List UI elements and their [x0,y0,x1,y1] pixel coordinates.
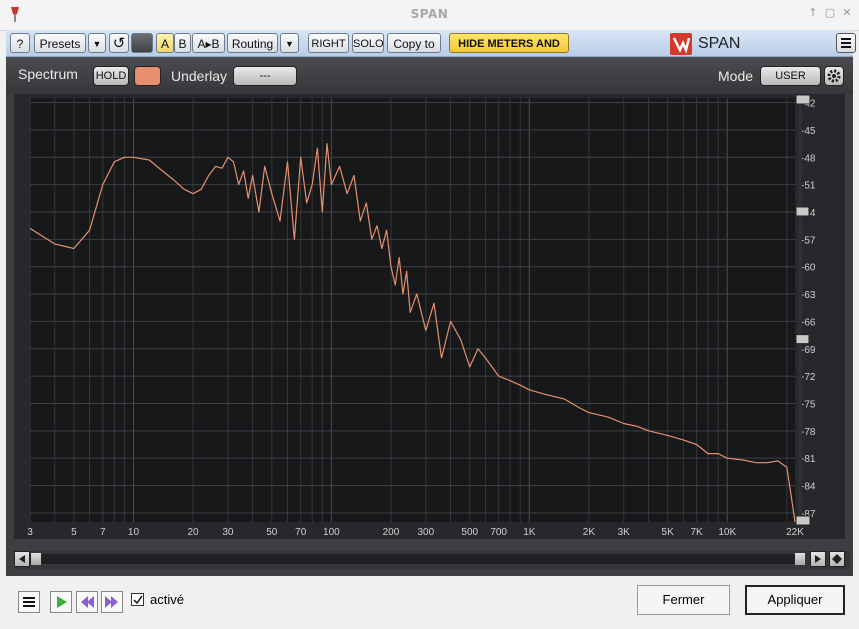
active-checkbox[interactable] [131,593,144,606]
underlay-select[interactable]: --- [233,66,297,86]
plugin-panel: Spectrum HOLD Underlay --- Mode USER -42… [6,57,853,576]
solo-button[interactable]: SOLO [352,33,384,53]
x-tick-label: 30 [222,527,234,538]
mode-select[interactable]: USER [760,66,821,86]
level-scroll-up-button [795,94,811,105]
x-tick-label: 3K [618,527,631,538]
spectrum-label: Spectrum [18,66,78,82]
help-button[interactable]: ? [10,33,30,53]
x-tick-label: 7K [690,527,703,538]
restore-button[interactable]: ▢ [823,6,837,20]
scroll-left-button[interactable] [14,551,30,567]
zoom-fit-button[interactable] [829,551,845,567]
mode-label: Mode [718,68,754,84]
y-tick-label: -75 [801,399,816,410]
routing-button[interactable]: Routing [227,33,278,53]
voxengo-logo-icon [670,33,692,55]
x-tick-label: 500 [461,527,478,538]
y-tick-label: -48 [801,153,816,164]
x-tick-label: 5K [662,527,675,538]
y-tick-label: -60 [801,263,816,274]
pin-icon[interactable]: ↑ [806,6,820,20]
play-icon[interactable] [50,591,72,613]
hide-meters-button[interactable]: HIDE METERS AND STATS [449,33,569,70]
preset-a-button[interactable]: A [156,33,174,53]
plugin-toolbar: ? Presets ▼ ↺ A B A▸B Routing ▼ RIGHT SO… [6,30,856,70]
spectrum-header: Spectrum HOLD Underlay --- Mode USER [6,57,853,94]
y-tick-label: -81 [801,454,816,465]
underlay-label: Underlay [171,68,228,84]
x-tick-label: 300 [417,527,434,538]
x-tick-label: 7 [100,527,106,538]
y-tick-label: -78 [801,427,816,438]
spectrum-plot-frame: -42-45-48-51-54-57-60-63-66-69-72-75-78-… [14,94,845,539]
hold-button[interactable]: HOLD [93,66,129,86]
x-tick-label: 100 [323,527,340,538]
copy-a-to-b-button[interactable]: A▸B [192,33,225,53]
plugin-menu-button[interactable] [836,33,856,53]
dialog-footer: activé Fermer Appliquer [0,578,859,629]
scroll-thumb-right[interactable] [795,553,805,565]
scroll-thumb-left[interactable] [31,553,41,565]
previous-icon[interactable] [76,591,98,613]
level-slider-track [798,98,802,522]
menu-icon[interactable] [18,591,40,613]
y-tick-label: -66 [801,317,816,328]
x-tick-label: 2K [583,527,596,538]
spectrum-color-swatch[interactable] [134,66,161,86]
y-tick-label: -63 [801,290,816,301]
x-tick-label: 3 [27,527,33,538]
y-tick-label: -84 [801,482,816,493]
undo-button[interactable]: ↺ [109,33,129,53]
brand-name: SPAN [698,35,741,52]
level-slider-thumb-top [795,206,810,217]
x-tick-label: 70 [295,527,307,538]
preset-b-button[interactable]: B [174,33,191,53]
level-slider-thumb-bottom [795,334,810,345]
level-scroll-down-button [795,515,811,526]
x-tick-label: 22K [786,527,804,538]
y-tick-label: -57 [801,235,816,246]
x-tick-label: 1K [523,527,536,538]
y-tick-label: -51 [801,181,816,192]
presets-dropdown-button[interactable]: ▼ [88,33,106,53]
x-tick-label: 50 [266,527,278,538]
y-tick-label: -69 [801,345,816,356]
close-window-button[interactable]: ✕ [840,6,854,20]
presets-button[interactable]: Presets [34,33,86,53]
copy-to-button[interactable]: Copy to [387,33,441,53]
y-tick-label: -72 [801,372,816,383]
active-label: activé [150,592,184,607]
close-button[interactable]: Fermer [637,585,730,615]
x-tick-label: 5 [71,527,77,538]
apply-button[interactable]: Appliquer [745,585,845,615]
spectrum-chart[interactable]: -42-45-48-51-54-57-60-63-66-69-72-75-78-… [14,94,845,539]
horizontal-zoom-scrollbar[interactable] [14,551,850,569]
x-tick-label: 10 [128,527,140,538]
window-title: SPAN [410,7,449,21]
x-tick-label: 20 [188,527,200,538]
settings-gear-icon[interactable] [824,66,844,86]
x-tick-label: 200 [383,527,400,538]
window-titlebar: SPAN ↑ ▢ ✕ [0,0,859,31]
routing-dropdown-button[interactable]: ▼ [280,33,299,53]
channel-right-button[interactable]: RIGHT [308,33,349,53]
redo-button[interactable] [131,33,153,53]
scroll-right-button[interactable] [810,551,826,567]
y-tick-label: -45 [801,126,816,137]
x-tick-label: 10K [718,527,736,538]
next-icon[interactable] [101,591,123,613]
x-tick-label: 700 [490,527,507,538]
